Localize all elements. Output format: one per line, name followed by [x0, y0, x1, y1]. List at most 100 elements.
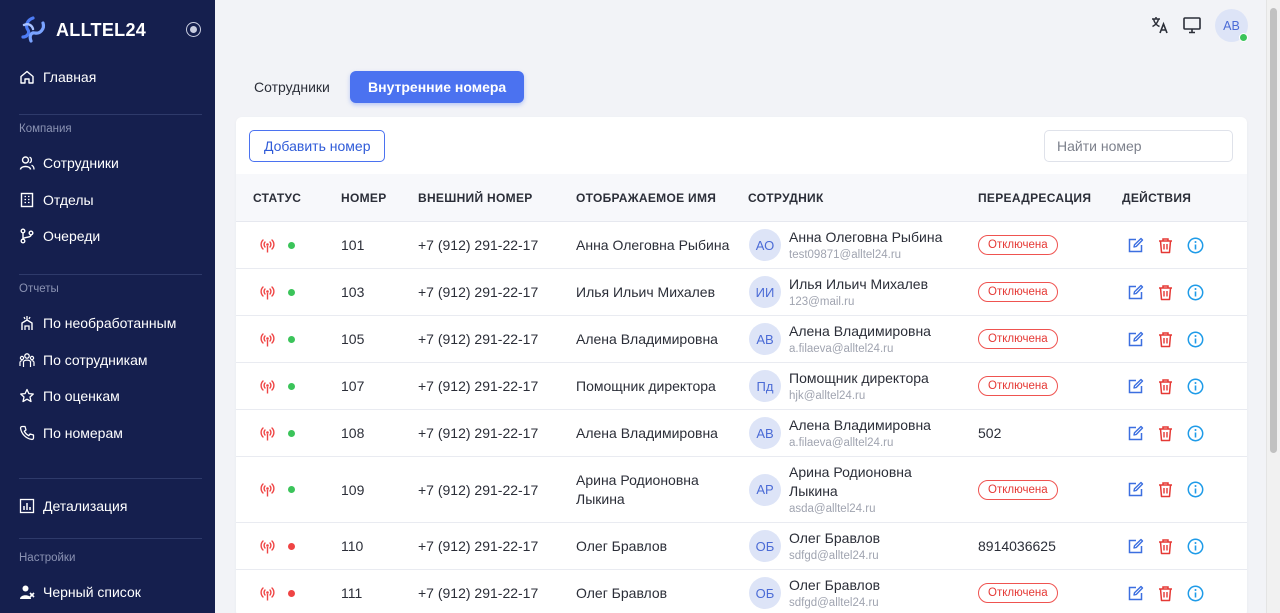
sidebar-section-settings: Настройки [19, 552, 76, 564]
delete-icon[interactable] [1156, 537, 1174, 555]
forwarding-off-badge: Отключена [978, 479, 1058, 500]
number-cell: 110 [341, 538, 364, 554]
display-name-cell: Олег Бравлов [576, 570, 667, 613]
forwarding-value: 502 [978, 425, 1002, 441]
employee-name[interactable]: Олег Бравлов [789, 576, 880, 595]
info-icon[interactable] [1186, 330, 1204, 348]
column-header-employee[interactable]: СОТРУДНИК [748, 174, 824, 222]
sidebar-item-details[interactable]: Детализация [0, 490, 215, 522]
number-cell: 111 [341, 585, 363, 601]
employee-name[interactable]: Помощник директора [789, 369, 929, 388]
employee-name[interactable]: Алена Владимировна [789, 322, 931, 341]
sidebar-item-unprocessed[interactable]: По необработанным [0, 307, 215, 339]
status-cell [259, 410, 295, 456]
sidebar-item-employees[interactable]: Сотрудники [0, 147, 215, 179]
table-row[interactable]: 103 +7 (912) 291-22-17 Илья Ильич Михалев И… [236, 269, 1247, 316]
page-scrollbar[interactable] [1266, 0, 1280, 613]
employee-email: sdfgd@alltel24.ru [789, 597, 879, 609]
sidebar-collapse-button[interactable] [186, 22, 201, 37]
edit-icon[interactable] [1126, 377, 1144, 395]
sidebar-item-home[interactable]: Главная [0, 61, 215, 93]
edit-icon[interactable] [1126, 584, 1144, 602]
delete-icon[interactable] [1156, 584, 1174, 602]
user-avatar[interactable]: АВ [1215, 9, 1248, 42]
info-icon[interactable] [1186, 424, 1204, 442]
search-number-input[interactable] [1044, 130, 1233, 162]
edit-icon[interactable] [1126, 283, 1144, 301]
actions-cell [1126, 222, 1216, 268]
edit-icon[interactable] [1126, 424, 1144, 442]
sidebar-item-queues[interactable]: Очереди [0, 220, 215, 252]
info-icon[interactable] [1186, 584, 1204, 602]
scrollbar-thumb[interactable] [1270, 8, 1277, 453]
employee-cell: ОБ Олег Бравлов sdfgd@alltel24.ru [749, 570, 880, 613]
numbers-card: Добавить номер СТАТУС НОМЕР ВНЕШНИЙ НОМЕ… [236, 117, 1247, 613]
external-number-cell: +7 (912) 291-22-17 [418, 481, 539, 498]
external-number-cell: +7 (912) 291-22-17 [418, 237, 539, 253]
antenna-icon [259, 331, 276, 348]
antenna-icon [259, 538, 276, 555]
add-number-button[interactable]: Добавить номер [249, 130, 386, 162]
column-header-external[interactable]: ВНЕШНИЙ НОМЕР [418, 174, 533, 222]
delete-icon[interactable] [1156, 283, 1174, 301]
forwarding-cell: 8914036625 [978, 523, 1056, 569]
column-header-forwarding[interactable]: ПЕРЕАДРЕСАЦИЯ [978, 174, 1091, 222]
actions-cell [1126, 363, 1216, 409]
table-row[interactable]: 109 +7 (912) 291-22-17 Арина Родионовна Лык… [236, 457, 1247, 523]
table-row[interactable]: 111 +7 (912) 291-22-17 Олег Бравлов ОБ Олег … [236, 570, 1247, 613]
sidebar-item-ratings[interactable]: По оценкам [0, 380, 215, 412]
employee-avatar: АО [749, 229, 781, 261]
status-dot [288, 382, 295, 390]
edit-icon[interactable] [1126, 236, 1144, 254]
status-cell [259, 269, 295, 315]
delete-icon[interactable] [1156, 481, 1174, 499]
table-row[interactable]: 101 +7 (912) 291-22-17 Анна Олеговна Рыбин… [236, 222, 1247, 269]
edit-icon[interactable] [1126, 537, 1144, 555]
employee-cell: Пд Помощник директора hjk@alltel24.ru [749, 363, 929, 409]
table-row[interactable]: 110 +7 (912) 291-22-17 Олег Бравлов ОБ Олег … [236, 523, 1247, 570]
info-icon[interactable] [1186, 283, 1204, 301]
info-icon[interactable] [1186, 377, 1204, 395]
sidebar-item-by-employees[interactable]: По сотрудникам [0, 344, 215, 376]
info-icon[interactable] [1186, 481, 1204, 499]
monitor-icon[interactable] [1182, 15, 1202, 35]
star-icon [19, 388, 35, 404]
forwarding-off-badge: Отключена [978, 282, 1058, 302]
edit-icon[interactable] [1126, 481, 1144, 499]
sidebar-item-blacklist[interactable]: Черный список [0, 576, 215, 608]
table-row[interactable]: 107 +7 (912) 291-22-17 Помощник директора П… [236, 363, 1247, 410]
delete-icon[interactable] [1156, 236, 1174, 254]
column-header-number[interactable]: НОМЕР [341, 174, 387, 222]
tab-employees[interactable]: Сотрудники [236, 71, 348, 103]
table-row[interactable]: 105 +7 (912) 291-22-17 Алена Владимировна А… [236, 316, 1247, 363]
sidebar-item-label: Сотрудники [43, 155, 119, 171]
status-dot [288, 486, 295, 493]
employee-name[interactable]: Алена Владимировна [789, 416, 931, 435]
employee-name[interactable]: Илья Ильич Михалев [789, 275, 928, 294]
info-icon[interactable] [1186, 537, 1204, 555]
display-name-cell: Алена Владимировна [576, 316, 718, 362]
home-icon [19, 69, 35, 85]
delete-icon[interactable] [1156, 377, 1174, 395]
employee-name[interactable]: Анна Олеговна Рыбина [789, 228, 942, 247]
employee-name[interactable]: Олег Бравлов [789, 529, 880, 548]
employee-cell: АВ Алена Владимировна a.filaeva@alltel24.r… [749, 410, 931, 456]
table-row[interactable]: 108 +7 (912) 291-22-17 Алена Владимировна А… [236, 410, 1247, 457]
info-icon[interactable] [1186, 236, 1204, 254]
edit-icon[interactable] [1126, 330, 1144, 348]
employee-name[interactable]: Арина Родионовна Лыкина [789, 463, 912, 501]
delete-icon[interactable] [1156, 330, 1174, 348]
sidebar-item-label: По номерам [43, 425, 123, 441]
employee-email: sdfgd@alltel24.ru [789, 550, 879, 562]
column-header-status[interactable]: СТАТУС [253, 174, 301, 222]
actions-cell [1126, 410, 1216, 456]
delete-icon[interactable] [1156, 424, 1174, 442]
status-dot [288, 335, 295, 343]
sidebar-divider [19, 538, 202, 539]
tab-internal-numbers[interactable]: Внутренние номера [350, 71, 525, 103]
sidebar-item-departments[interactable]: Отделы [0, 184, 215, 216]
sidebar-item-numbers[interactable]: По номерам [0, 417, 215, 449]
brand[interactable]: ALLTEL24 [18, 14, 146, 46]
column-header-display-name[interactable]: ОТОБРАЖАЕМОЕ ИМЯ [576, 174, 716, 222]
translate-icon[interactable] [1150, 15, 1170, 35]
